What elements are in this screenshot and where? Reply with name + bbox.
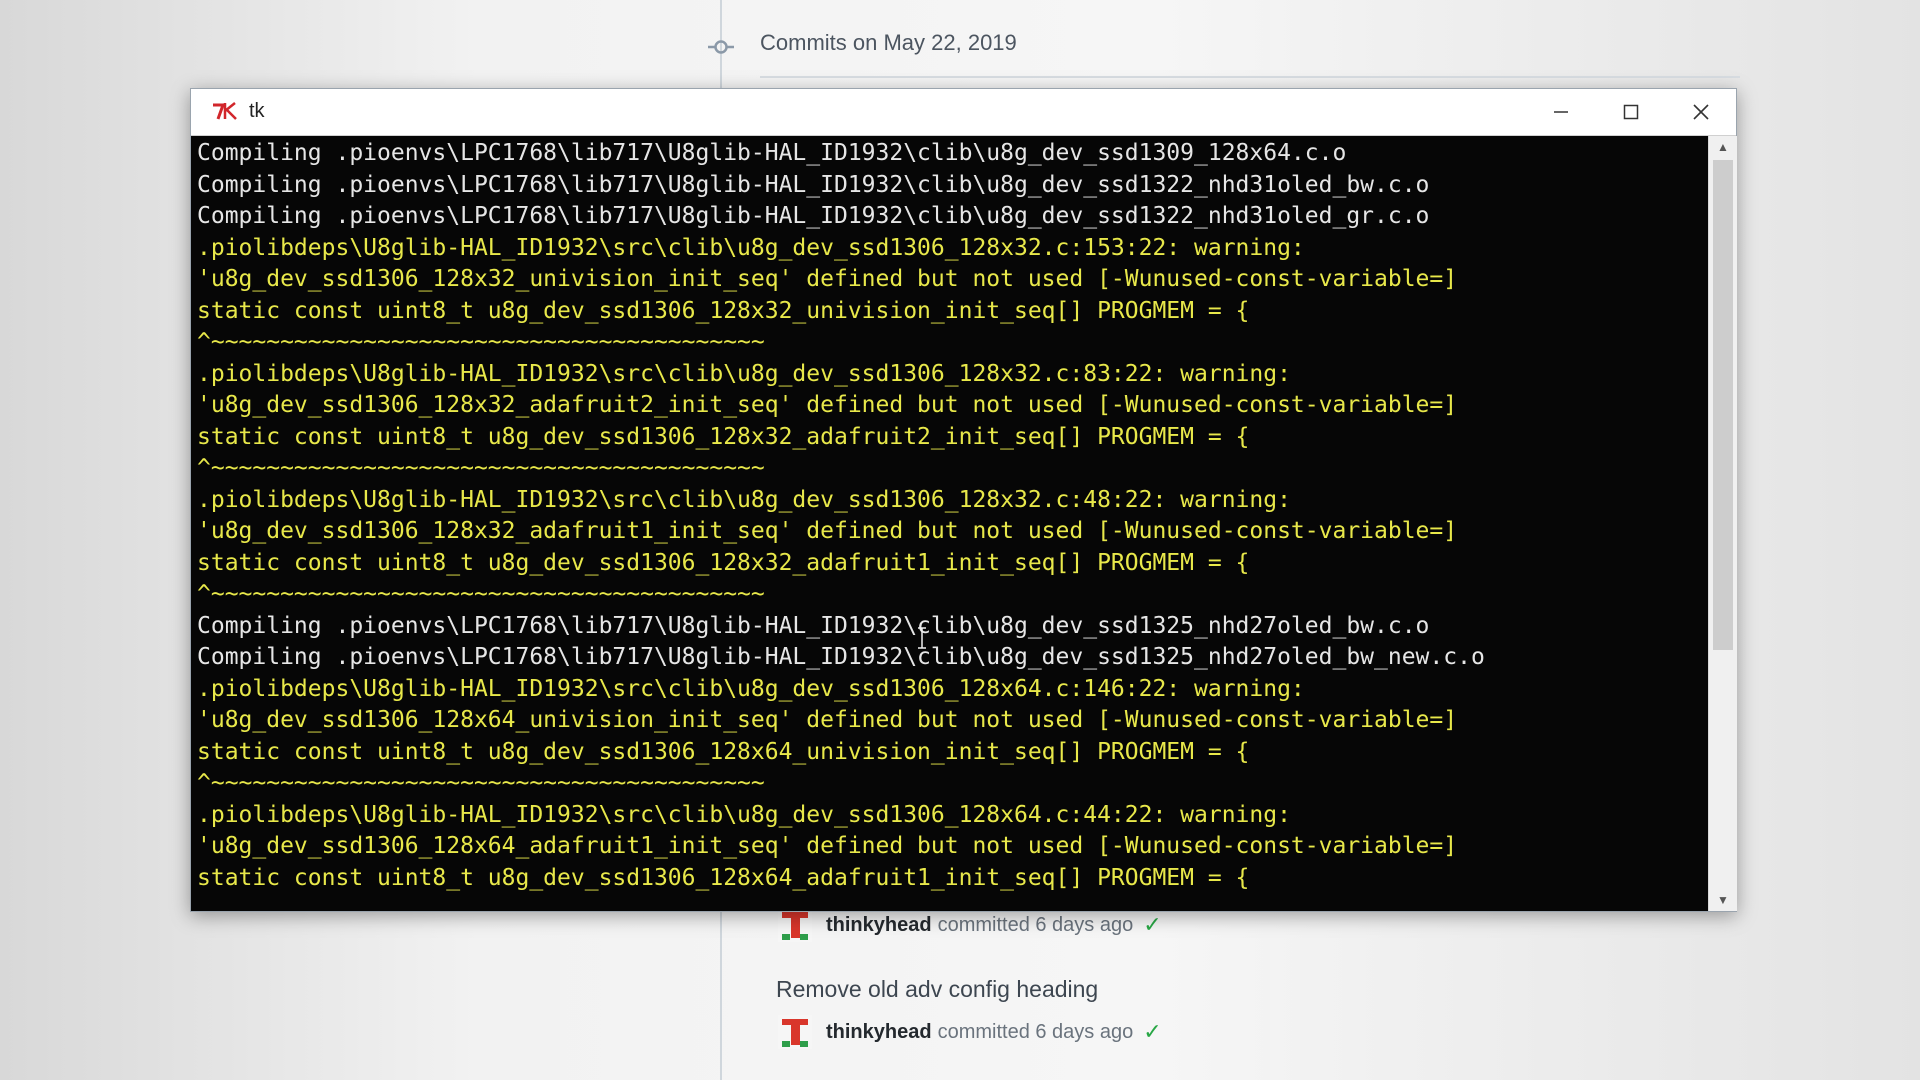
close-button[interactable] [1666, 89, 1736, 135]
window-title: tk [249, 100, 265, 122]
console-warning-line: .piolibdeps\U8glib-HAL_ID1932\src\clib\u… [197, 486, 1291, 513]
console-output-line: Compiling .pioenvs\LPC1768\lib717\U8glib… [197, 612, 1430, 639]
console-warning-line: static const uint8_t u8g_dev_ssd1306_128… [197, 864, 1250, 891]
commit-message-link[interactable]: Remove old adv config heading [776, 976, 1098, 1003]
minimize-icon [1554, 111, 1568, 113]
console-output-line: Compiling .pioenvs\LPC1768\lib717\U8glib… [197, 171, 1430, 198]
avatar-image-icon [778, 908, 812, 942]
console-lines: Compiling .pioenvs\LPC1768\lib717\U8glib… [197, 138, 1708, 894]
console-warning-line: static const uint8_t u8g_dev_ssd1306_128… [197, 549, 1250, 576]
commit-author-link[interactable]: thinkyhead [826, 914, 932, 937]
close-icon [1693, 104, 1709, 120]
text-cursor-icon [918, 627, 926, 649]
console-warning-line: .piolibdeps\U8glib-HAL_ID1932\src\clib\u… [197, 675, 1305, 702]
console-warning-line: static const uint8_t u8g_dev_ssd1306_128… [197, 738, 1250, 765]
commit-list-box [760, 76, 1740, 88]
console-output-line: Compiling .pioenvs\LPC1768\lib717\U8glib… [197, 203, 1430, 229]
check-status-icon[interactable]: ✓ [1143, 912, 1161, 938]
console-output-line: Compiling .pioenvs\LPC1768\lib717\U8glib… [197, 140, 1347, 166]
console-warning-line: .piolibdeps\U8glib-HAL_ID1932\src\clib\u… [197, 360, 1291, 387]
tk-window: tk Compiling .pioenvs\LPC1768\lib717\U8g… [190, 88, 1737, 912]
git-commit-icon [708, 40, 734, 54]
screen: Commits on May 22, 2019 thinkyhead commi… [0, 0, 1920, 1080]
vertical-scrollbar[interactable]: ▲ ▼ [1708, 136, 1737, 911]
console-warning-line: .piolibdeps\U8glib-HAL_ID1932\src\clib\u… [197, 234, 1305, 261]
avatar-image-icon [778, 1015, 812, 1049]
console-output[interactable]: Compiling .pioenvs\LPC1768\lib717\U8glib… [191, 136, 1708, 911]
commit-author-link[interactable]: thinkyhead [826, 1021, 932, 1044]
console-warning-line: ^~~~~~~~~~~~~~~~~~~~~~~~~~~~~~~~~~~~~~~~… [197, 455, 765, 481]
commit-group-date-heading: Commits on May 22, 2019 [760, 30, 1017, 55]
commit-meta-row: thinkyhead committed 6 days ago ✓ [778, 1015, 1162, 1049]
scroll-down-arrow-icon[interactable]: ▼ [1709, 889, 1737, 911]
console-warning-line: ^~~~~~~~~~~~~~~~~~~~~~~~~~~~~~~~~~~~~~~~… [197, 329, 765, 355]
console-warning-line: 'u8g_dev_ssd1306_128x64_adafruit1_init_s… [197, 833, 1458, 859]
console-warning-line: static const uint8_t u8g_dev_ssd1306_128… [197, 297, 1250, 324]
console-warning-line: static const uint8_t u8g_dev_ssd1306_128… [197, 423, 1250, 450]
window-titlebar[interactable]: tk [191, 89, 1736, 136]
tk-feather-icon [213, 102, 237, 120]
console-warning-line: ^~~~~~~~~~~~~~~~~~~~~~~~~~~~~~~~~~~~~~~~… [197, 581, 765, 607]
author-avatar[interactable] [778, 1015, 812, 1049]
commit-meta-row: thinkyhead committed 6 days ago ✓ [778, 908, 1162, 942]
commit-time-text: committed 6 days ago [937, 1020, 1134, 1043]
scrollbar-thumb[interactable] [1713, 160, 1733, 650]
console-warning-line: 'u8g_dev_ssd1306_128x64_univision_init_s… [197, 707, 1458, 733]
maximize-icon [1623, 104, 1639, 120]
maximize-button[interactable] [1596, 89, 1666, 135]
console-warning-line: 'u8g_dev_ssd1306_128x32_adafruit1_init_s… [197, 518, 1458, 544]
console-output-line: Compiling .pioenvs\LPC1768\lib717\U8glib… [197, 644, 1485, 670]
console-warning-line: 'u8g_dev_ssd1306_128x32_univision_init_s… [197, 266, 1458, 292]
console-warning-line: .piolibdeps\U8glib-HAL_ID1932\src\clib\u… [197, 801, 1291, 828]
console-warning-line: ^~~~~~~~~~~~~~~~~~~~~~~~~~~~~~~~~~~~~~~~… [197, 770, 765, 796]
scroll-up-arrow-icon[interactable]: ▲ [1709, 136, 1737, 158]
minimize-button[interactable] [1526, 89, 1596, 135]
author-avatar[interactable] [778, 908, 812, 942]
commit-time-text: committed 6 days ago [937, 913, 1134, 936]
check-status-icon[interactable]: ✓ [1143, 1019, 1161, 1045]
console-warning-line: 'u8g_dev_ssd1306_128x32_adafruit2_init_s… [197, 392, 1458, 418]
